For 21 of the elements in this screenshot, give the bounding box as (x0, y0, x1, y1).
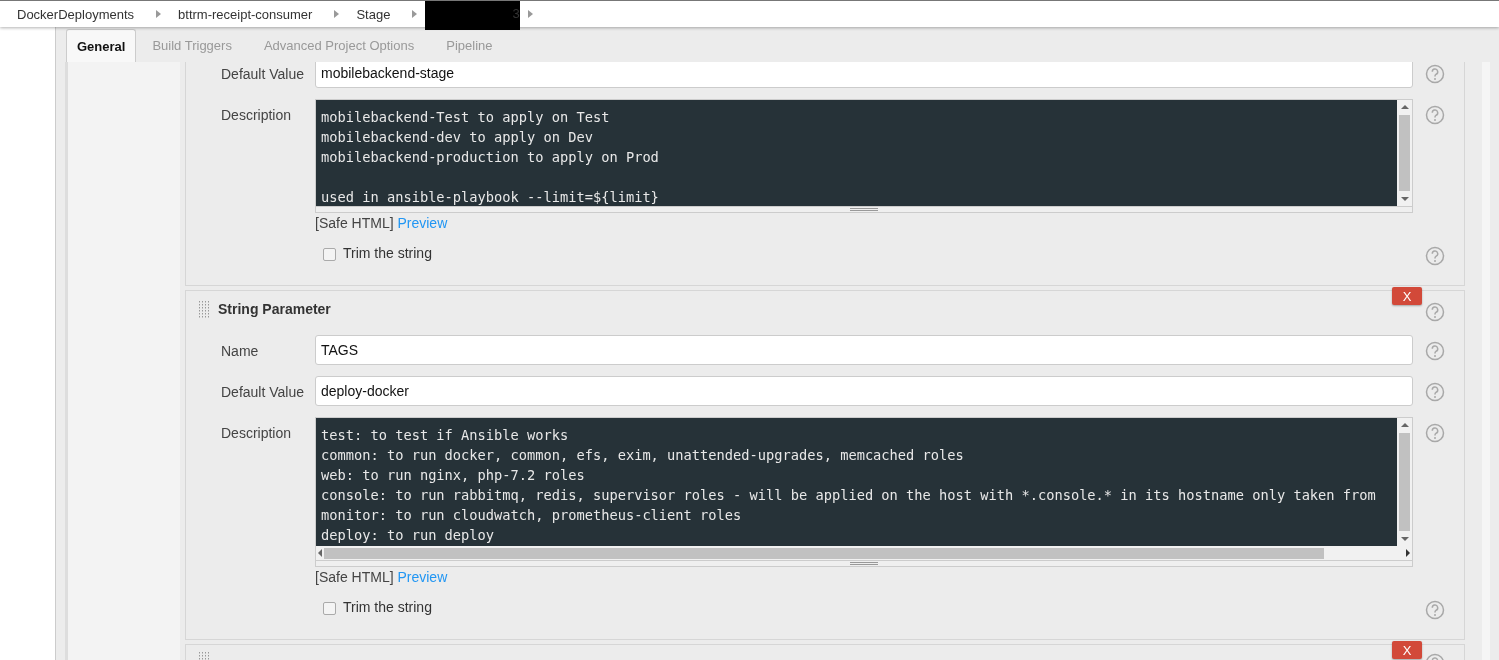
safe-html-note: [Safe HTML] Preview (315, 215, 449, 231)
field-label: Description (220, 106, 293, 123)
breadcrumb-link[interactable]: bttrm-receipt-consumer (161, 6, 335, 22)
checkbox-label: Trim the string (343, 599, 433, 615)
checkbox-label: Trim the string (343, 245, 433, 261)
text-field[interactable]: mobilebackend-stage (315, 62, 1413, 88)
field-label: Description (220, 424, 293, 441)
safe-html-note: [Safe HTML] Preview (315, 569, 449, 585)
description-field[interactable]: mobilebackend-Test to apply on Test mobilebackend-dev to apply on Dev mobilebackend-production to apply on Prod used in ansible-playbook --limit=${limit} (315, 99, 1413, 207)
description-field[interactable]: test: to test if Ansible works common: to run docker, common, efs, exim, unattended-upgrades, memcached roles web: to run nginx, php-7.2 roles console: to run rabbitmq, redis, supervisor roles - will be applied on the host with *.console.* in its hostname only taken from monitor: to run cloudwatch, prometheus-client roles deploy: to run deploy (315, 417, 1413, 561)
delete-button[interactable]: X (1392, 287, 1422, 305)
text-field[interactable]: TAGS (315, 335, 1413, 365)
field-label: Name (220, 342, 260, 359)
breadcrumb-link[interactable]: DockerDeployments (0, 6, 157, 22)
field-label: Default Value (220, 65, 305, 82)
parameter-title: String Parameter (218, 301, 332, 317)
delete-button[interactable]: X (1392, 641, 1422, 659)
field-label: Default Value (220, 383, 305, 400)
text-field[interactable]: deploy-docker (315, 376, 1413, 406)
tab[interactable]: General (66, 29, 137, 62)
breadcrumb-link[interactable]: Stage (339, 6, 413, 22)
